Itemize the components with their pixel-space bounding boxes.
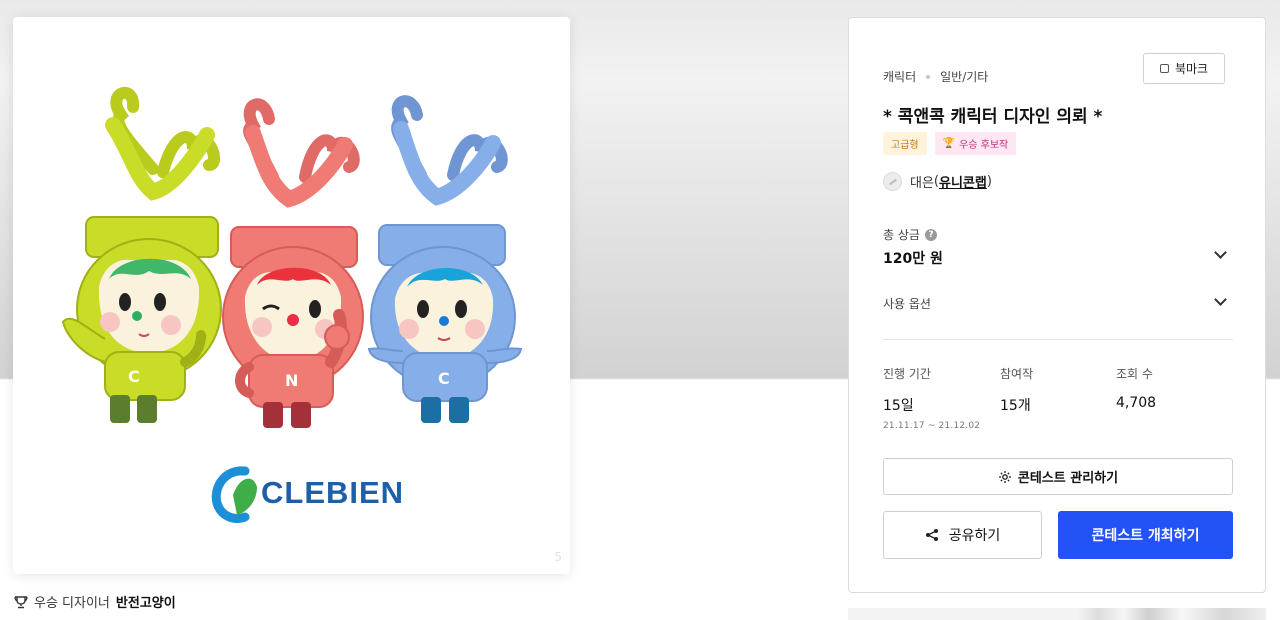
period-label: 진행 기간 — [883, 367, 931, 381]
breadcrumb-separator — [926, 74, 931, 79]
total-prize-value: 120만 원 — [883, 251, 943, 267]
contest-hero-image[interactable]: C N C CLEBIEN 5 — [13, 17, 570, 574]
breadcrumb-category[interactable]: 캐릭터 — [883, 68, 916, 85]
views-label: 조회 수 — [1116, 367, 1153, 381]
trophy-icon — [14, 595, 28, 608]
host-contest-button[interactable]: 콘테스트 개최하기 — [1058, 511, 1233, 559]
share-label: 공유하기 — [948, 528, 1001, 544]
winner-designer: 우승 디자이너 반전고양이 — [14, 592, 176, 611]
prize-chevron-down-icon[interactable] — [1214, 246, 1227, 259]
badge-row: 고급형 🏆 우승 후보작 — [883, 132, 1017, 155]
entries-value: 15개 — [1000, 398, 1031, 414]
brand-wordmark: CLEBIEN — [261, 475, 405, 510]
red-shirt-letter: N — [285, 371, 299, 390]
bookmark-icon — [1159, 64, 1169, 73]
green-mascot — [61, 86, 222, 423]
stat-views: 조회 수 4,708 — [1116, 365, 1156, 411]
winner-candidate-badge: 🏆 우승 후보작 — [934, 132, 1017, 155]
period-value: 15일 — [883, 398, 914, 414]
manage-contest-button[interactable]: 콘테스트 관리하기 — [883, 458, 1233, 495]
host-paren-close: ) — [986, 174, 992, 189]
gear-icon — [998, 470, 1011, 483]
share-icon — [925, 529, 938, 541]
panel-divider — [883, 339, 1233, 340]
stat-period: 진행 기간 15일 21.11.17 ~ 21.12.02 — [883, 365, 980, 431]
green-shirt-letter: C — [128, 367, 140, 386]
period-range: 21.11.17 ~ 21.12.02 — [883, 421, 981, 431]
total-prize-label: 총 상금 ? — [883, 226, 937, 243]
trophy-icon: 🏆 — [942, 138, 956, 149]
views-value: 4,708 — [1116, 395, 1157, 411]
stat-entries: 참여작 15개 — [1000, 365, 1033, 415]
slide-count: 5 — [554, 550, 562, 564]
breadcrumb-subcategory[interactable]: 일반/기타 — [940, 68, 988, 85]
winner-name[interactable]: 반전고양이 — [116, 592, 176, 611]
options-chevron-down-icon[interactable] — [1214, 293, 1227, 306]
next-card-preview — [848, 608, 1266, 620]
help-icon[interactable]: ? — [924, 228, 937, 241]
prize-label-text: 총 상금 — [883, 228, 920, 242]
blue-shirt-letter: C — [438, 369, 450, 388]
premium-badge: 고급형 — [883, 132, 927, 155]
breadcrumb: 캐릭터 일반/기타 — [883, 68, 988, 85]
clebien-logo-mark — [211, 466, 257, 523]
contest-info-panel: 캐릭터 일반/기타 북마크 * 콕앤콕 캐릭터 디자인 의뢰 * 고급형 🏆 우… — [848, 17, 1266, 593]
usage-options-label: 사용 옵션 — [883, 297, 931, 311]
host-avatar — [883, 172, 902, 191]
entries-label: 참여작 — [1000, 367, 1034, 381]
bookmark-button[interactable]: 북마크 — [1143, 53, 1225, 84]
host-info: 대은(유니콘랩) — [883, 172, 992, 191]
host-prefix: 대은 — [910, 176, 934, 191]
winner-candidate-label: 우승 후보작 — [959, 140, 1009, 151]
contest-title: * 콕앤콕 캐릭터 디자인 의뢰 * — [883, 107, 1103, 127]
manage-contest-label: 콘테스트 관리하기 — [1017, 471, 1119, 486]
winner-label: 우승 디자이너 — [34, 596, 110, 611]
host-name-link[interactable]: 유니콘랩 — [939, 172, 987, 191]
bookmark-label: 북마크 — [1174, 62, 1209, 76]
share-button[interactable]: 공유하기 — [883, 511, 1042, 559]
